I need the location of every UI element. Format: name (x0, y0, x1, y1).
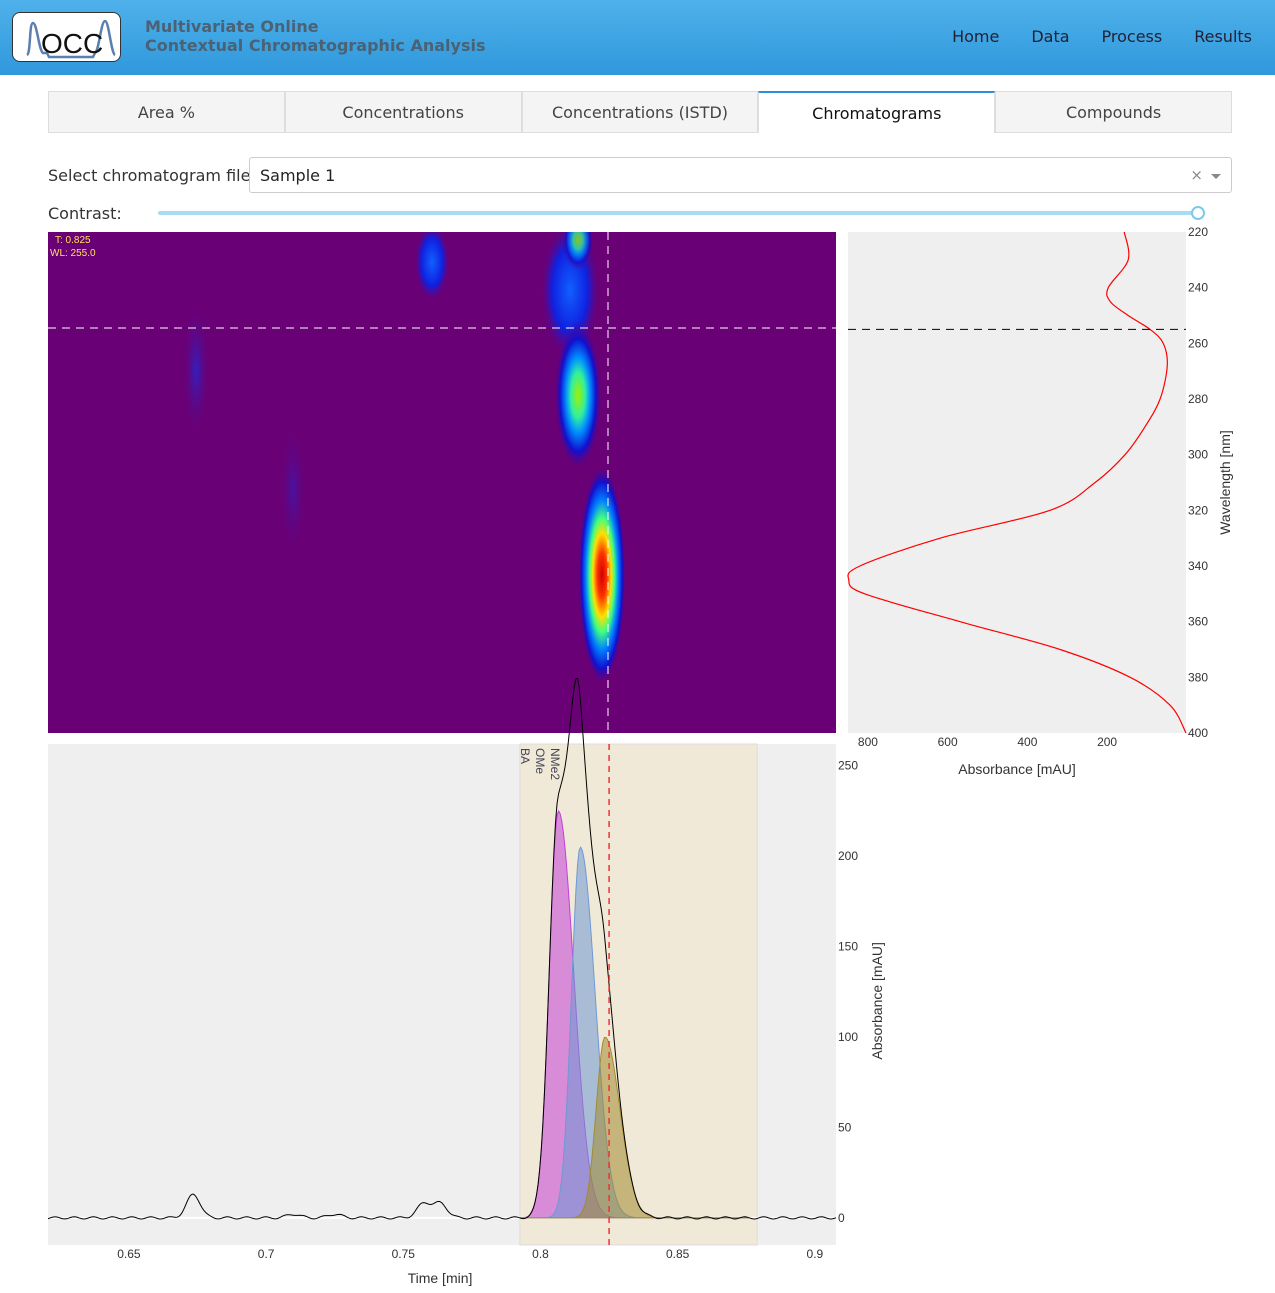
spectrum-background (848, 232, 1186, 733)
y-axis-label: Absorbance [mAU] (869, 942, 885, 1060)
spectrum-plot[interactable]: 220 240 260 280 300 320 340 360 380 400 800 600 400 2… (847, 225, 1233, 777)
x-tick-label: 0.65 (117, 1247, 141, 1261)
y-tick-label: 100 (838, 1030, 858, 1044)
wavelength-readout: WL: 255.0 (50, 248, 96, 259)
x-tick-label: 0.7 (258, 1247, 275, 1261)
y-tick-label: 320 (1188, 503, 1208, 517)
chromatogram-plot[interactable]: 0 50 100 150 200 250 0.65 0.7 0.75 0.8 0.85 0.9 Time… (47, 677, 885, 1286)
y-tick-label: 150 (838, 940, 858, 954)
y-tick-label: 50 (838, 1120, 852, 1134)
y-tick-label: 0 (838, 1211, 845, 1225)
heatmap[interactable] (48, 210, 836, 733)
x-tick-label: 600 (938, 735, 958, 749)
x-tick-label: 0.75 (392, 1247, 416, 1261)
peak-label: BA (518, 748, 532, 764)
y-tick-label: 240 (1188, 281, 1208, 295)
y-tick-label: 250 (838, 759, 858, 773)
peak-label: OMe (533, 748, 547, 774)
x-tick-label: 0.85 (666, 1247, 690, 1261)
y-axis-label: Wavelength [nm] (1217, 430, 1233, 535)
x-tick-label: 400 (1017, 735, 1037, 749)
y-tick-label: 360 (1188, 615, 1208, 629)
y-tick-label: 220 (1188, 225, 1208, 239)
time-readout: T: 0.825 (55, 235, 91, 246)
y-tick-label: 260 (1188, 336, 1208, 350)
y-tick-label: 400 (1188, 726, 1208, 740)
y-tick-label: 200 (838, 849, 858, 863)
y-tick-label: 380 (1188, 670, 1208, 684)
x-tick-label: 800 (858, 735, 878, 749)
x-axis-label: Absorbance [mAU] (958, 761, 1076, 777)
x-axis-label: Time [min] (408, 1270, 473, 1286)
y-tick-label: 340 (1188, 559, 1208, 573)
x-tick-label: 0.8 (532, 1247, 549, 1261)
x-tick-label: 200 (1097, 735, 1117, 749)
plots: T: 0.825 WL: 255.0 220 240 260 280 300 320 340… (47, 210, 1233, 1286)
x-tick-label: 0.9 (807, 1247, 824, 1261)
y-tick-label: 300 (1188, 448, 1208, 462)
peak-label: NMe2 (548, 748, 562, 780)
y-tick-label: 280 (1188, 392, 1208, 406)
